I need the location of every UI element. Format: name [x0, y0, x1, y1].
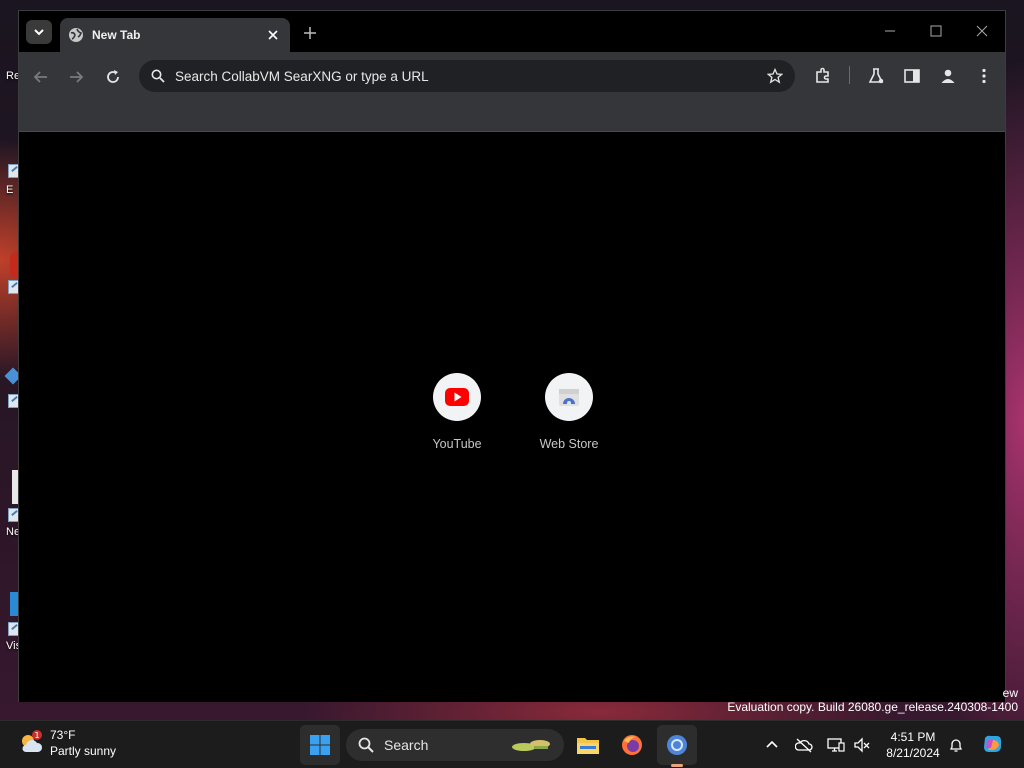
shortcut-youtube-tile[interactable] [433, 373, 481, 421]
maximize-button[interactable] [921, 19, 951, 43]
speaker-muted-icon [854, 737, 870, 753]
title-bar: New Tab [19, 11, 1005, 52]
forward-button[interactable] [62, 63, 90, 91]
clock-time: 4:51 PM [890, 730, 936, 744]
arrow-right-icon [70, 71, 84, 83]
start-button[interactable] [300, 725, 340, 765]
file-explorer-button[interactable] [568, 725, 608, 765]
web-store-icon [559, 389, 579, 406]
network-button[interactable] [826, 735, 846, 755]
side-panel-icon [904, 69, 920, 83]
show-hidden-icons-button[interactable] [762, 735, 782, 755]
shortcut-web-store[interactable]: Web Store [524, 373, 614, 451]
cloud-off-icon [795, 738, 813, 753]
more-vertical-icon [982, 68, 986, 84]
extensions-button[interactable] [811, 64, 835, 88]
shortcut-label: Web Store [539, 437, 599, 451]
close-tab-button[interactable] [264, 26, 282, 44]
shortcut-youtube[interactable]: YouTube [412, 373, 502, 451]
maximize-icon [930, 25, 942, 37]
labs-button[interactable] [864, 64, 888, 88]
chevron-down-icon [34, 29, 44, 36]
volume-button[interactable] [852, 735, 872, 755]
notifications-button[interactable] [946, 735, 966, 755]
close-icon [268, 30, 278, 40]
chevron-up-icon [766, 740, 778, 748]
weather-condition: Partly sunny [50, 744, 117, 758]
globe-icon [69, 28, 83, 42]
taskbar: 1 73°F Partly sunny Search 4:51 PM 8/21/… [0, 720, 1024, 768]
evaluation-watermark: ew Evaluation copy. Build 26080.ge_relea… [727, 686, 1018, 714]
watermark-line-1: ew [1002, 686, 1018, 700]
address-bar[interactable]: Search CollabVM SearXNG or type a URL [139, 60, 795, 92]
new-tab-button[interactable] [299, 22, 321, 44]
flask-icon [868, 68, 884, 84]
toolbar-divider [849, 66, 850, 84]
running-indicator [671, 764, 683, 767]
firefox-icon [622, 735, 642, 755]
arrow-left-icon [33, 71, 47, 83]
taskbar-clock[interactable]: 4:51 PM 8/21/2024 [880, 729, 946, 761]
youtube-icon [445, 388, 469, 406]
firefox-button[interactable] [612, 725, 652, 765]
weather-temperature: 73°F [50, 728, 76, 742]
browser-window: New Tab Search CollabVM SearXNG or type … [18, 10, 1006, 702]
tab-search-button[interactable] [26, 20, 52, 44]
menu-button[interactable] [972, 64, 996, 88]
watermark-line-2: Evaluation copy. Build 26080.ge_release.… [727, 700, 1018, 714]
address-bar-placeholder: Search CollabVM SearXNG or type a URL [175, 68, 429, 84]
shortcut-label: YouTube [432, 437, 482, 451]
onedrive-button[interactable] [794, 735, 814, 755]
minimize-button[interactable] [875, 19, 905, 43]
new-tab-page: YouTube Web Store [19, 132, 1005, 702]
clock-date: 8/21/2024 [886, 746, 940, 760]
taskbar-search[interactable]: Search [346, 729, 564, 761]
copilot-icon [984, 735, 1001, 752]
profile-button[interactable] [936, 64, 960, 88]
minimize-icon [885, 30, 895, 32]
shortcut-web-store-tile[interactable] [545, 373, 593, 421]
reload-button[interactable] [99, 63, 127, 91]
browser-toolbar: Search CollabVM SearXNG or type a URL [19, 52, 1005, 132]
close-window-button[interactable] [967, 19, 997, 43]
chrome-button[interactable] [657, 725, 697, 765]
bell-icon [949, 739, 963, 752]
close-icon [976, 25, 988, 37]
search-icon [358, 737, 374, 753]
monitor-network-icon [827, 738, 845, 752]
windows-logo-icon [310, 735, 330, 755]
chromium-icon [667, 735, 687, 755]
desktop-icon-label-e[interactable]: E [6, 184, 13, 196]
reload-icon [107, 70, 119, 83]
plus-icon [304, 27, 316, 39]
puzzle-icon [816, 67, 829, 83]
search-highlight-icon [512, 740, 550, 751]
back-button[interactable] [27, 63, 55, 91]
weather-widget[interactable]: 1 73°F Partly sunny [18, 727, 116, 759]
folder-icon [577, 738, 599, 754]
taskbar-search-label: Search [384, 737, 429, 753]
copilot-button[interactable] [980, 735, 1006, 755]
star-icon[interactable] [767, 68, 783, 84]
side-panel-button[interactable] [900, 64, 924, 88]
weather-badge: 1 [34, 731, 39, 740]
partly-sunny-icon: 1 [22, 730, 43, 752]
tab-title: New Tab [92, 28, 141, 42]
tab-new-tab[interactable]: New Tab [60, 18, 290, 52]
search-icon [151, 69, 165, 83]
person-icon [941, 69, 955, 83]
